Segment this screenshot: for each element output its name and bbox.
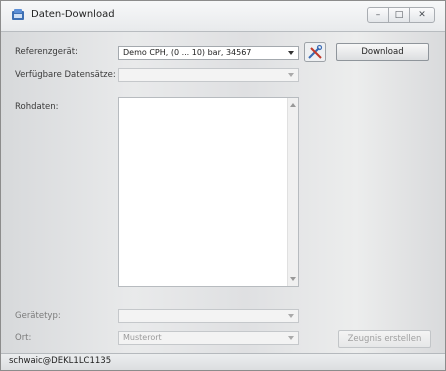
ort-value: Musterort [123,333,162,342]
status-bar: schwaic@DEKL1LC1135 [1,353,445,370]
zeugnis-erstellen-button[interactable]: Zeugnis erstellen [338,330,431,348]
download-button[interactable]: Download [336,43,429,61]
rohdaten-scrollbar[interactable] [287,98,298,286]
ort-select[interactable]: Musterort [118,331,299,345]
maximize-icon: □ [394,10,404,20]
close-icon: ✕ [418,10,426,20]
scroll-down-icon[interactable] [290,277,296,281]
app-icon [12,9,24,20]
referenzgeraet-label: Referenzgerät: [15,47,78,57]
referenzgeraet-select[interactable]: Demo CPH, (0 ... 10) bar, 34567 [118,46,299,60]
maximize-button[interactable]: □ [388,7,410,23]
geraetetyp-label: Gerätetyp: [15,311,61,321]
chevron-down-icon [288,51,294,55]
zeugnis-erstellen-label: Zeugnis erstellen [347,334,422,344]
download-button-label: Download [361,47,404,57]
datensaetze-select[interactable] [118,68,299,82]
minimize-icon: – [375,10,381,20]
rohdaten-label: Rohdaten: [15,102,59,112]
scroll-up-icon[interactable] [290,103,296,107]
chevron-down-icon [288,73,294,77]
referenzgeraet-value: Demo CPH, (0 ... 10) bar, 34567 [123,48,252,57]
chevron-down-icon [288,314,294,318]
geraetetyp-select[interactable] [118,309,299,323]
close-button[interactable]: ✕ [409,7,435,23]
rohdaten-textarea[interactable] [118,97,299,287]
window-controls: – □ ✕ [367,7,435,23]
ort-label: Ort: [15,333,32,343]
tools-icon[interactable] [304,42,326,62]
datensaetze-label: Verfügbare Datensätze: [15,70,116,80]
window-title: Daten-Download [31,9,115,20]
daten-download-window: Daten-Download – □ ✕ Referenzgerät: Demo… [0,0,446,371]
title-bar: Daten-Download – □ ✕ [1,1,445,32]
status-user: schwaic@DEKL1LC1135 [9,356,112,366]
minimize-button[interactable]: – [367,7,389,23]
chevron-down-icon [288,336,294,340]
